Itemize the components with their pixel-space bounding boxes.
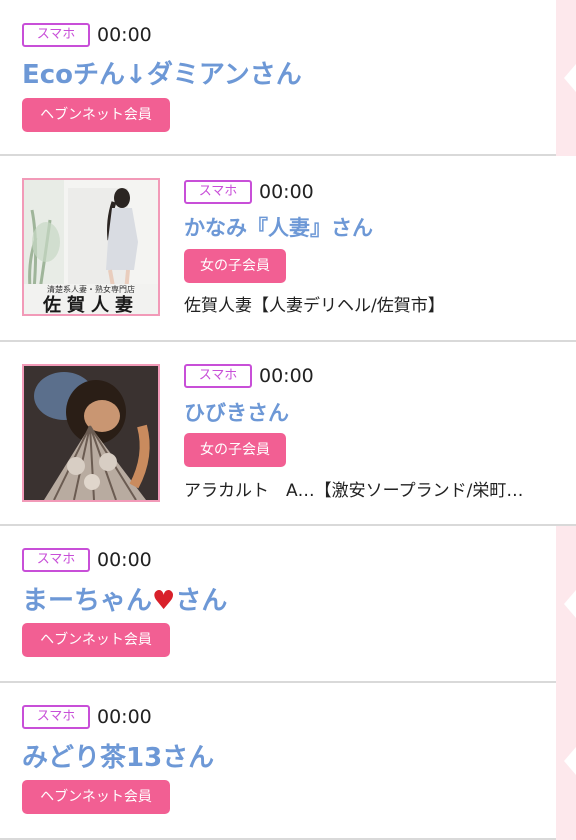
list-item[interactable]: スマホ 00:00 ひびきさん 女の子会員 アラカルト A…【激安ソープランド/… [0,342,576,526]
member-badge: 女の子会員 [184,249,286,283]
user-name-link[interactable]: ひびきさん [184,397,289,427]
scroll-arrow-icon[interactable] [564,590,576,618]
member-badge: ヘブンネット会員 [22,780,170,814]
device-badge: スマホ [184,364,252,388]
user-name-text: まーちゃん [22,586,153,616]
list-item[interactable]: スマホ 00:00 Ecoチん↓ダミアンさん ヘブンネット会員 [0,0,556,156]
scroll-arrow-icon[interactable] [564,747,576,775]
thumb-caption-top: 清楚系人妻・熟女専門店 [47,284,135,294]
post-time: 00:00 [259,181,314,203]
user-name-link[interactable]: みどり茶13さん [22,737,214,774]
post-time: 00:00 [97,549,152,571]
list-item[interactable]: スマホ 00:00 みどり茶13さん ヘブンネット会員 [0,683,556,840]
post-time: 00:00 [259,365,314,387]
device-badge: スマホ [184,180,252,204]
device-badge: スマホ [22,548,90,572]
user-name-suffix: さん [175,586,228,616]
photo-image [24,366,158,500]
profile-thumbnail[interactable] [22,364,160,502]
user-name-link[interactable]: Ecoチん↓ダミアンさん [22,54,302,91]
list-item[interactable]: 清楚系人妻・熟女専門店 佐賀人妻 スマホ 00:00 かなみ『人妻』さん 女の子… [0,156,576,342]
user-name-link[interactable]: まーちゃん♥さん [22,580,227,617]
shop-link[interactable]: アラカルト A…【激安ソープランド/栄町… [184,476,523,501]
photo-image: 清楚系人妻・熟女専門店 佐賀人妻 [24,180,158,314]
side-strip [556,0,576,156]
member-badge: 女の子会員 [184,433,286,467]
post-time: 00:00 [97,24,152,46]
device-badge: スマホ [22,705,90,729]
device-badge: スマホ [22,23,90,47]
member-badge: ヘブンネット会員 [22,623,170,657]
profile-thumbnail[interactable]: 清楚系人妻・熟女専門店 佐賀人妻 [22,178,160,316]
list-item[interactable]: スマホ 00:00 まーちゃん♥さん ヘブンネット会員 [0,526,556,683]
shop-link[interactable]: 佐賀人妻【人妻デリヘル/佐賀市】 [184,291,445,316]
post-time: 00:00 [97,706,152,728]
side-strip [556,683,576,840]
user-name-link[interactable]: かなみ『人妻』さん [184,212,373,242]
member-badge: ヘブンネット会員 [22,98,170,132]
scroll-arrow-icon[interactable] [564,64,576,92]
thumb-caption-logo: 佐賀人妻 [42,294,139,314]
side-strip [556,526,576,683]
heart-icon: ♥ [152,586,176,616]
